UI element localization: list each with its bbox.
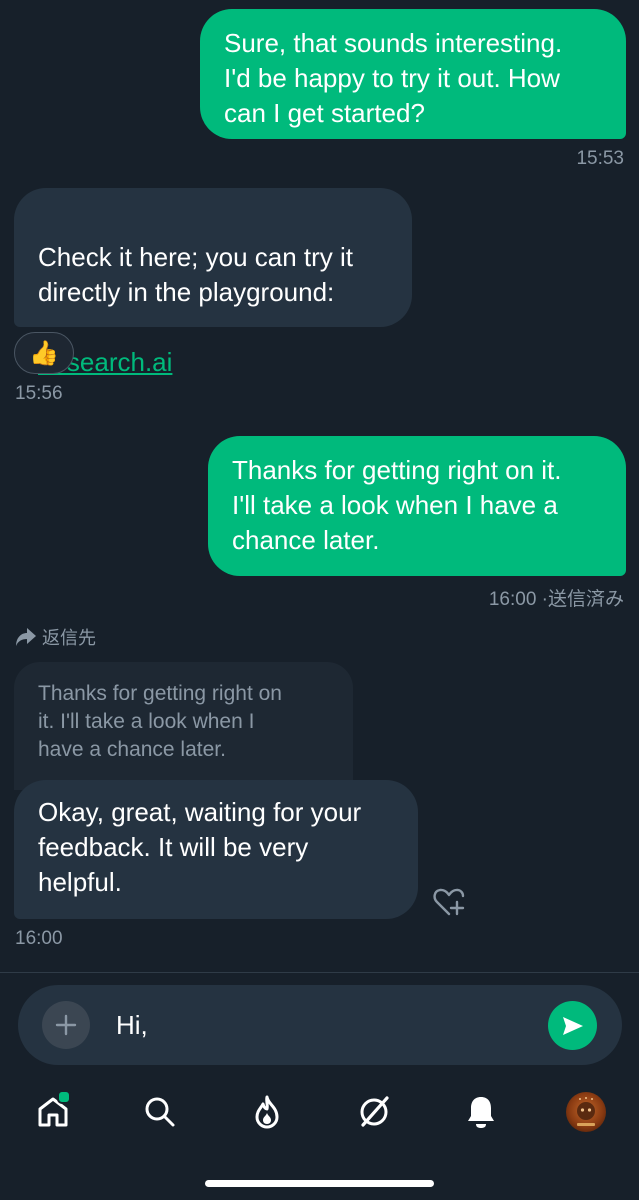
message-status-line: 16:00 ·送信済み xyxy=(489,584,624,611)
outgoing-message-bubble[interactable]: Thanks for getting right on it. I'll tak… xyxy=(208,436,626,576)
thumbs-up-icon: 👍 xyxy=(29,339,59,367)
sent-status: ·送信済み xyxy=(541,589,624,610)
incoming-message-bubble[interactable]: Okay, great, waiting for your feedback. … xyxy=(14,780,418,919)
outgoing-message-bubble[interactable]: Sure, that sounds interesting. I'd be ha… xyxy=(200,9,626,139)
message-composer xyxy=(18,985,622,1065)
profile-avatar[interactable] xyxy=(566,1092,606,1132)
tab-trending[interactable] xyxy=(245,1090,289,1134)
avatar-image xyxy=(577,1097,595,1126)
tab-grok[interactable] xyxy=(352,1090,396,1134)
notification-dot xyxy=(57,1090,71,1104)
message-text: Check it here; you can try it directly i… xyxy=(38,242,354,307)
message-timestamp: 16:00 xyxy=(15,928,63,949)
plus-icon xyxy=(55,1014,77,1036)
slash-circle-icon xyxy=(360,1096,389,1127)
tab-notifications[interactable] xyxy=(459,1090,503,1134)
tab-search[interactable] xyxy=(138,1090,182,1134)
tab-home[interactable] xyxy=(31,1090,75,1134)
bell-icon xyxy=(468,1097,494,1128)
message-input[interactable] xyxy=(116,1005,536,1045)
quoted-message[interactable]: Thanks for getting right on it. I'll tak… xyxy=(14,662,353,790)
message-timestamp: 15:53 xyxy=(576,148,624,169)
send-button[interactable] xyxy=(548,1001,597,1050)
add-media-button[interactable] xyxy=(42,1001,90,1049)
reply-label-text: 返信先 xyxy=(42,628,96,648)
send-icon xyxy=(562,1016,583,1035)
incoming-message-bubble[interactable]: Check it here; you can try it directly i… xyxy=(14,188,412,377)
search-icon xyxy=(145,1097,175,1127)
reply-arrow-icon xyxy=(16,628,36,646)
message-timestamp: 16:00 xyxy=(488,589,537,610)
home-indicator xyxy=(205,1180,434,1187)
message-timestamp: 15:56 xyxy=(15,383,63,404)
reply-to-label: 返信先 xyxy=(14,624,96,650)
heart-add-icon[interactable] xyxy=(432,886,466,918)
composer-divider xyxy=(0,972,639,973)
reaction-thumbs-up[interactable]: 👍 xyxy=(14,332,74,374)
flame-icon xyxy=(255,1095,279,1129)
message-list[interactable]: Sure, that sounds interesting. I'd be ha… xyxy=(0,0,639,972)
